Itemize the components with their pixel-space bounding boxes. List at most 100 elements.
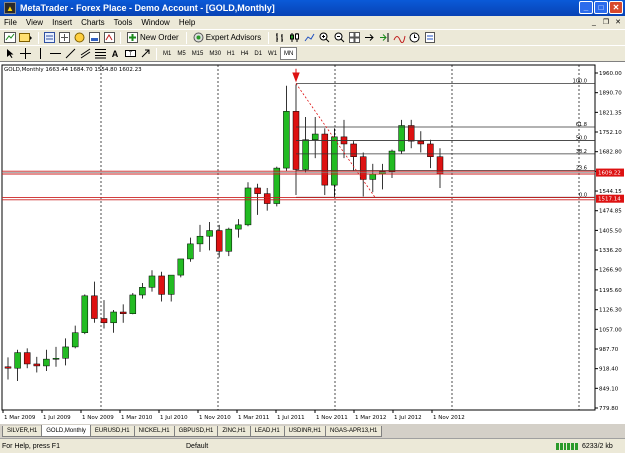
- candle-body: [398, 125, 405, 152]
- traffic-status: 6233/2 kb: [582, 442, 613, 450]
- tab-zinc[interactable]: ZINC,H1: [217, 426, 251, 437]
- candle-body: [187, 243, 194, 260]
- timeframe-d1[interactable]: D1: [251, 47, 265, 60]
- candle-body: [321, 133, 329, 186]
- terminal-icon[interactable]: [87, 31, 101, 45]
- tab-ngas[interactable]: NGAS-APR13,H1: [325, 426, 383, 437]
- trendline-icon[interactable]: [63, 47, 77, 61]
- timeframe-mn[interactable]: MN: [280, 47, 298, 60]
- maximize-button[interactable]: □: [594, 1, 608, 14]
- price-label: 1336.20: [599, 248, 622, 254]
- candle-body: [283, 111, 290, 169]
- text-label-icon[interactable]: T: [123, 47, 137, 61]
- indicators-icon[interactable]: [392, 31, 407, 45]
- profiles-icon[interactable]: [18, 31, 34, 45]
- tab-usdinr[interactable]: USDINR,H1: [283, 426, 327, 437]
- crosshair-icon[interactable]: [18, 47, 32, 61]
- toolbar-separator: [156, 47, 157, 60]
- cursor-icon[interactable]: [3, 47, 17, 61]
- tile-windows-icon[interactable]: [347, 31, 361, 45]
- close-button[interactable]: ✕: [609, 1, 623, 14]
- date-label: 1 Nov 2012: [433, 415, 465, 421]
- strategy-tester-icon[interactable]: [102, 31, 116, 45]
- date-label: 1 Mar 2012: [355, 415, 386, 421]
- bar-chart-icon[interactable]: [272, 31, 286, 45]
- candle-body: [4, 366, 12, 369]
- tab-lead[interactable]: LEAD,H1: [249, 426, 285, 437]
- date-label: 1 Jul 2012: [394, 415, 422, 421]
- arrows-icon[interactable]: [138, 47, 152, 61]
- fib-label: 100.0: [573, 79, 587, 85]
- tab-silver[interactable]: SILVER,H1: [2, 426, 43, 437]
- horizontal-line-icon[interactable]: [48, 47, 62, 61]
- data-window-icon[interactable]: [57, 31, 71, 45]
- menu-help[interactable]: Help: [179, 18, 195, 27]
- tab-eurusd[interactable]: EURUSD,H1: [89, 426, 135, 437]
- chart-window[interactable]: 100.0 61.8 50.0 38.2 23.6 0.0 1960.00 1890.70 1…: [0, 61, 625, 424]
- timeframe-h1[interactable]: H1: [224, 47, 238, 60]
- timeframe-m1[interactable]: M1: [160, 47, 174, 60]
- help-text: For Help, press F1: [2, 442, 60, 450]
- candle-body: [71, 332, 79, 348]
- date-label: 1 Nov 2009: [82, 415, 114, 421]
- candle-body: [302, 139, 309, 170]
- timeframe-m5[interactable]: M5: [174, 47, 188, 60]
- candle-body: [167, 274, 175, 295]
- new-order-button[interactable]: New Order: [124, 31, 182, 45]
- menu-window[interactable]: Window: [141, 18, 169, 27]
- fibonacci-icon[interactable]: [93, 47, 107, 61]
- candle-body: [215, 230, 223, 252]
- fib-label: 50.0: [576, 135, 587, 141]
- price-label: 849.10: [599, 386, 619, 392]
- minimize-button[interactable]: _: [579, 1, 593, 14]
- profile-name: Default: [186, 442, 209, 450]
- line-studies-toolbar: A T M1 M5 M15 M30 H1 H4 D1 W1 MN: [0, 45, 625, 61]
- candle-body: [23, 352, 31, 365]
- timeframe-m30[interactable]: M30: [206, 47, 224, 60]
- price-label: 1057.00: [599, 327, 622, 333]
- candle-body: [81, 295, 89, 333]
- navigator-icon[interactable]: [72, 31, 86, 45]
- fib-label: 38.2: [576, 149, 587, 155]
- expert-advisors-button[interactable]: Expert Advisors: [190, 31, 265, 45]
- menu-file[interactable]: File: [4, 18, 17, 27]
- timeframe-h4[interactable]: H4: [238, 47, 252, 60]
- candlestick-icon[interactable]: [287, 31, 301, 45]
- vertical-line-icon[interactable]: [33, 47, 47, 61]
- tab-gold[interactable]: GOLD,Monthly: [41, 425, 91, 437]
- text-icon[interactable]: A: [108, 47, 122, 61]
- toolbar-separator: [185, 31, 187, 44]
- menu-bar: File View Insert Charts Tools Window Hel…: [0, 16, 625, 29]
- price-chart[interactable]: 100.061.850.038.223.60.0 1960.001890.701…: [0, 62, 625, 424]
- menu-view[interactable]: View: [26, 18, 43, 27]
- menu-charts[interactable]: Charts: [81, 18, 105, 27]
- candle-body: [139, 287, 146, 296]
- channel-icon[interactable]: [78, 47, 92, 61]
- candle-body: [263, 193, 271, 204]
- autoscroll-icon[interactable]: [377, 31, 391, 45]
- timeframe-m15[interactable]: M15: [189, 47, 207, 60]
- toolbar-separator: [38, 31, 39, 44]
- chart-close-button[interactable]: ✕: [613, 17, 623, 27]
- new-chart-icon[interactable]: [3, 31, 17, 45]
- tab-gbpusd[interactable]: GBPUSD,H1: [173, 426, 219, 437]
- zoom-out-icon[interactable]: [332, 31, 346, 45]
- periodicity-icon[interactable]: [408, 31, 423, 45]
- price-label: 1126.30: [599, 308, 622, 314]
- line-chart-icon[interactable]: [302, 31, 316, 45]
- candle-body: [331, 136, 338, 186]
- chart-shift-icon[interactable]: [362, 31, 376, 45]
- candle-body: [254, 187, 261, 194]
- chart-minimize-button[interactable]: _: [589, 17, 599, 27]
- timeframe-w1[interactable]: W1: [265, 47, 280, 60]
- zoom-in-icon[interactable]: [317, 31, 331, 45]
- chart-restore-button[interactable]: ❐: [601, 17, 611, 27]
- templates-icon[interactable]: [424, 31, 439, 45]
- price-label: 1752.10: [599, 130, 622, 136]
- candle-body: [62, 346, 69, 359]
- menu-insert[interactable]: Insert: [52, 18, 72, 27]
- menu-tools[interactable]: Tools: [114, 18, 133, 27]
- market-watch-icon[interactable]: [42, 31, 56, 45]
- tab-nickel[interactable]: NICKEL,H1: [133, 426, 175, 437]
- date-label: 1 Mar 2009: [4, 415, 36, 421]
